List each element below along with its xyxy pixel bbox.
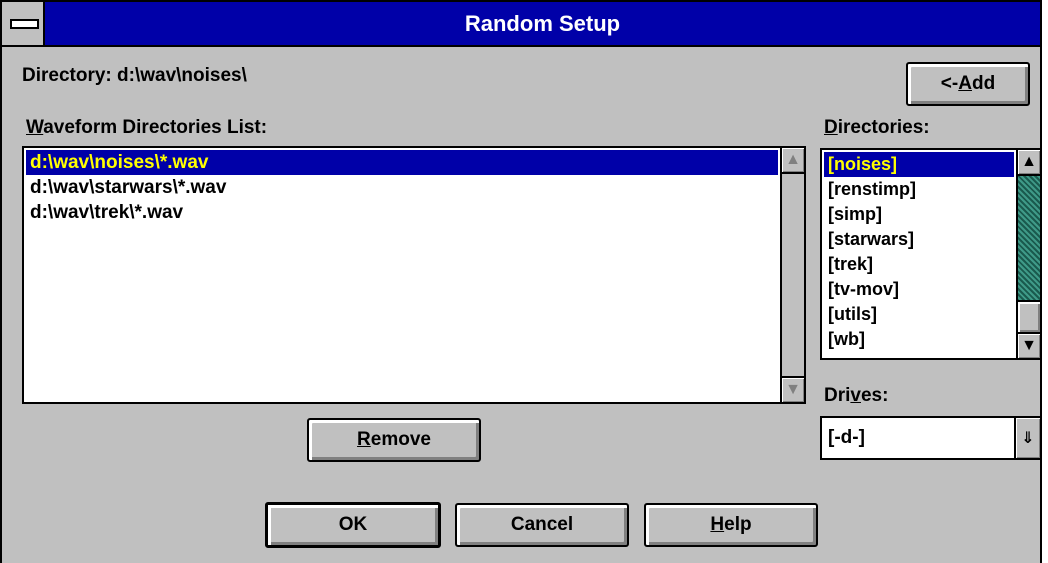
directories-list-items: [noises] [renstimp] [simp] [starwars] [t…	[824, 152, 1014, 352]
cancel-button-label: Cancel	[510, 514, 574, 535]
list-item[interactable]: [simp]	[824, 202, 1014, 227]
help-button-rest: elp	[724, 514, 752, 535]
scroll-thumb[interactable]	[1018, 300, 1040, 334]
help-button[interactable]: Help	[644, 503, 818, 547]
drives-label-post: es:	[860, 385, 889, 406]
list-item[interactable]: [wb]	[824, 327, 1014, 352]
help-button-accel: H	[710, 514, 725, 535]
waveform-list-label-accel: W	[26, 117, 44, 138]
waveform-directories-list[interactable]: d:\wav\noises\*.wav d:\wav\starwars\*.wa…	[22, 146, 806, 404]
add-button-rest: dd	[971, 73, 996, 94]
drives-label: Drives:	[824, 384, 888, 408]
window-title: Random Setup	[464, 11, 621, 36]
list-item[interactable]: [utils]	[824, 302, 1014, 327]
add-button[interactable]: <- Add	[906, 62, 1030, 106]
waveform-list-label-rest: aveform Directories List:	[43, 117, 268, 138]
drives-selected-value: [-d-]	[828, 427, 865, 448]
add-button-prefix: <-	[940, 73, 959, 94]
system-menu-button[interactable]	[2, 2, 45, 45]
list-item[interactable]: [trek]	[824, 252, 1014, 277]
remove-button-accel: R	[357, 429, 371, 450]
remove-button-rest: emove	[370, 429, 431, 450]
directory-label: Directory:	[22, 65, 112, 86]
list-item[interactable]: [renstimp]	[824, 177, 1014, 202]
ok-button-label: OK	[338, 514, 368, 535]
title-bar[interactable]: Random Setup	[2, 2, 1040, 47]
directory-line: Directory: d:\wav\noises\	[22, 64, 247, 88]
dropdown-arrow-icon[interactable]: ⇓	[1014, 418, 1040, 458]
dialog-window: Random Setup Directory: d:\wav\noises\ <…	[0, 0, 1042, 563]
scroll-down-arrow-icon[interactable]: ▼	[782, 376, 804, 402]
waveform-list-label: Waveform Directories List:	[26, 116, 267, 140]
scroll-up-arrow-icon[interactable]: ▲	[782, 148, 804, 174]
drives-label-pre: Dri	[824, 385, 851, 406]
waveform-list-items: d:\wav\noises\*.wav d:\wav\starwars\*.wa…	[26, 150, 778, 225]
directories-label-rest: irectories:	[837, 117, 930, 138]
drives-combobox[interactable]: [-d-] ⇓	[820, 416, 1042, 460]
cancel-button[interactable]: Cancel	[455, 503, 629, 547]
directories-list-scrollbar[interactable]: ▲ ▼	[1016, 150, 1040, 358]
directory-value: d:\wav\noises\	[117, 65, 247, 86]
scroll-down-arrow-icon[interactable]: ▼	[1018, 332, 1040, 358]
directories-label: Directories:	[824, 116, 930, 140]
list-item[interactable]: d:\wav\noises\*.wav	[26, 150, 778, 175]
directories-label-accel: D	[824, 117, 838, 138]
system-menu-icon	[10, 19, 39, 29]
remove-button[interactable]: Remove	[307, 418, 481, 462]
drives-label-accel: v	[850, 385, 861, 406]
scroll-up-arrow-icon[interactable]: ▲	[1018, 150, 1040, 176]
list-item[interactable]: [noises]	[824, 152, 1014, 177]
waveform-list-scrollbar[interactable]: ▲ ▼	[780, 148, 804, 402]
add-button-accel: A	[958, 73, 972, 94]
directories-list[interactable]: [noises] [renstimp] [simp] [starwars] [t…	[820, 148, 1042, 360]
list-item[interactable]: [tv-mov]	[824, 277, 1014, 302]
list-item[interactable]: d:\wav\starwars\*.wav	[26, 175, 778, 200]
list-item[interactable]: d:\wav\trek\*.wav	[26, 200, 778, 225]
ok-button[interactable]: OK	[265, 502, 441, 548]
list-item[interactable]: [starwars]	[824, 227, 1014, 252]
